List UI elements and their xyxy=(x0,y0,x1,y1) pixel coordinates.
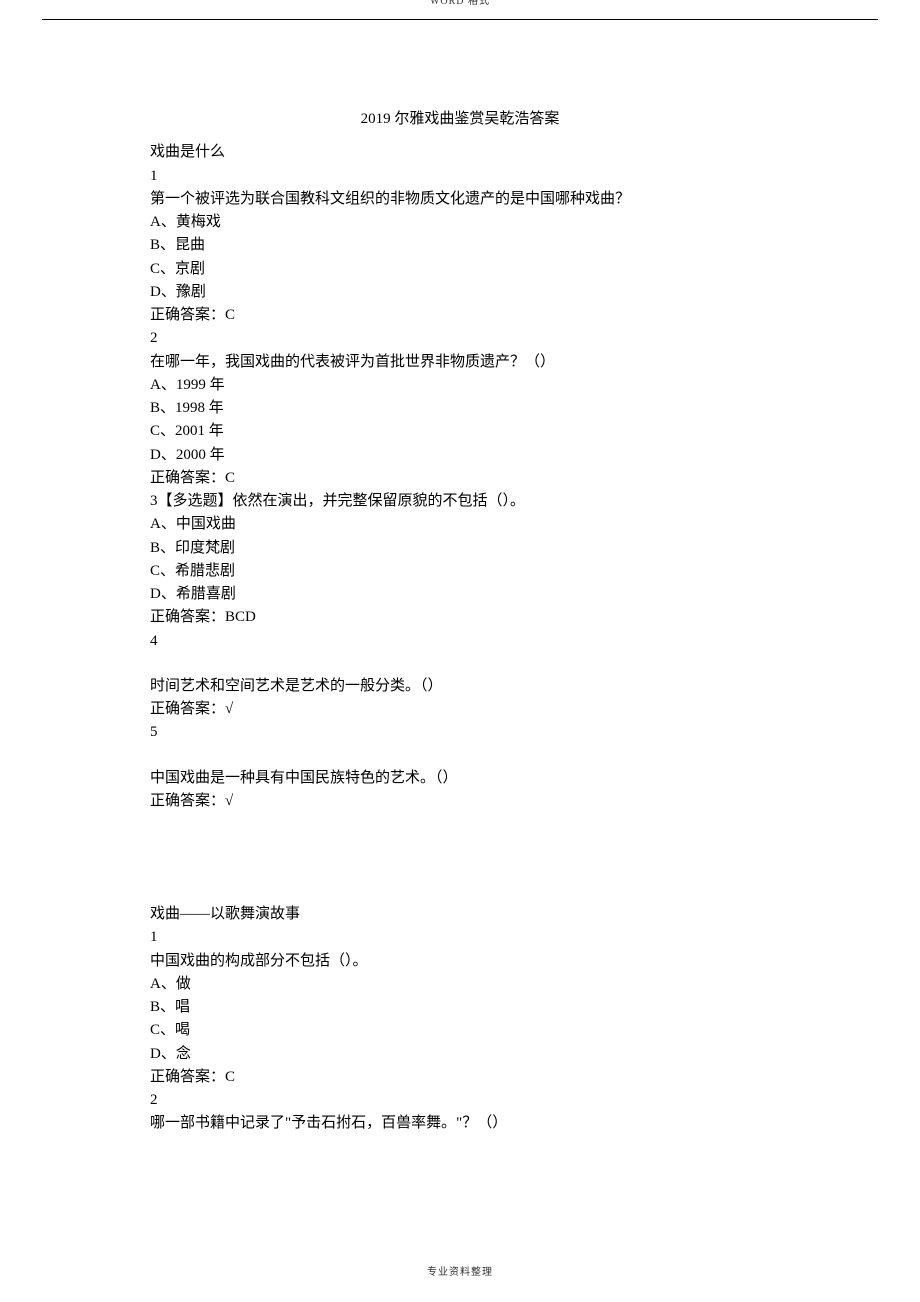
question-text: 时间艺术和空间艺术是艺术的一般分类。（） xyxy=(150,675,770,698)
section-gap xyxy=(150,813,770,903)
question-number: 1 xyxy=(150,926,770,949)
question-number: 4 xyxy=(150,630,770,653)
question-text: 中国戏曲的构成部分不包括（）。 xyxy=(150,950,770,973)
option-c: C、京剧 xyxy=(150,258,770,281)
document-body: 2019 尔雅戏曲鉴赏吴乾浩答案 戏曲是什么 1 第一个被评选为联合国教科文组织… xyxy=(150,108,770,1136)
question-number: 5 xyxy=(150,721,770,744)
option-a: A、做 xyxy=(150,973,770,996)
section-heading: 戏曲是什么 xyxy=(150,141,770,164)
blank-line xyxy=(150,745,770,767)
page-header: WORD 格式 xyxy=(0,0,920,7)
option-d: D、希腊喜剧 xyxy=(150,583,770,606)
question-number: 2 xyxy=(150,1089,770,1112)
question-text: 中国戏曲是一种具有中国民族特色的艺术。（） xyxy=(150,767,770,790)
option-a: A、黄梅戏 xyxy=(150,211,770,234)
answer-text: 正确答案：C xyxy=(150,467,770,490)
answer-text: 正确答案：√ xyxy=(150,698,770,721)
answer-text: 正确答案：C xyxy=(150,304,770,327)
answer-text: 正确答案：BCD xyxy=(150,606,770,629)
question-text: 3【多选题】依然在演出，并完整保留原貌的不包括（）。 xyxy=(150,490,770,513)
option-d: D、豫剧 xyxy=(150,281,770,304)
option-c: C、希腊悲剧 xyxy=(150,560,770,583)
document-page: WORD 格式 2019 尔雅戏曲鉴赏吴乾浩答案 戏曲是什么 1 第一个被评选为… xyxy=(0,0,920,1294)
question-text: 哪一部书籍中记录了"予击石拊石，百兽率舞。"？（） xyxy=(150,1112,770,1135)
option-d: D、2000 年 xyxy=(150,444,770,467)
option-b: B、昆曲 xyxy=(150,234,770,257)
header-rule xyxy=(42,19,878,20)
option-c: C、喝 xyxy=(150,1019,770,1042)
page-footer: 专业资料整理 xyxy=(0,1263,920,1278)
section-heading: 戏曲——以歌舞演故事 xyxy=(150,903,770,926)
question-text: 第一个被评选为联合国教科文组织的非物质文化遗产的是中国哪种戏曲？ xyxy=(150,188,770,211)
question-number: 1 xyxy=(150,165,770,188)
answer-text: 正确答案：√ xyxy=(150,790,770,813)
option-a: A、1999 年 xyxy=(150,374,770,397)
option-b: B、唱 xyxy=(150,996,770,1019)
option-d: D、念 xyxy=(150,1043,770,1066)
option-c: C、2001 年 xyxy=(150,420,770,443)
question-number: 2 xyxy=(150,327,770,350)
option-a: A、中国戏曲 xyxy=(150,513,770,536)
option-b: B、印度梵剧 xyxy=(150,537,770,560)
document-title: 2019 尔雅戏曲鉴赏吴乾浩答案 xyxy=(150,108,770,131)
blank-line xyxy=(150,653,770,675)
option-b: B、1998 年 xyxy=(150,397,770,420)
question-text: 在哪一年，我国戏曲的代表被评为首批世界非物质遗产？（） xyxy=(150,351,770,374)
answer-text: 正确答案：C xyxy=(150,1066,770,1089)
